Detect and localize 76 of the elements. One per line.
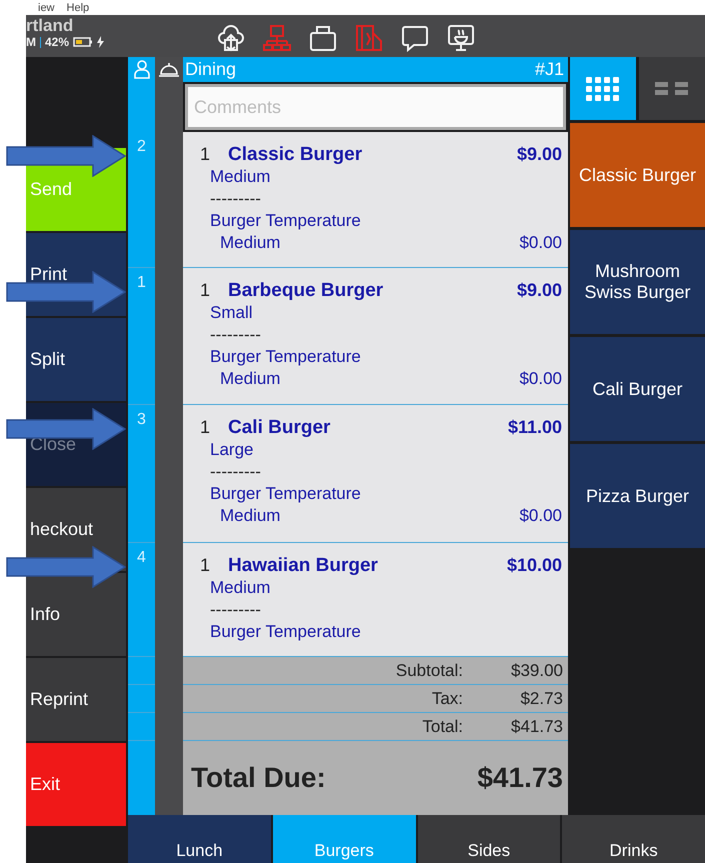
modifier-group: Burger Temperature <box>200 483 361 505</box>
clock-text: M <box>26 35 36 49</box>
ticket-number: #J1 <box>534 59 564 80</box>
modifier-group: Burger Temperature <box>200 210 361 232</box>
modifier-option: Medium <box>200 232 280 254</box>
divider-text: --------- <box>209 599 261 621</box>
modifier-price: $0.00 <box>519 506 562 526</box>
total-label: Subtotal: <box>394 660 463 680</box>
size-modifier: Medium <box>209 166 270 188</box>
item-price: $9.00 <box>516 144 562 165</box>
item-quantity: 1 <box>200 417 212 438</box>
divider-text: --------- <box>209 188 261 210</box>
sidebar-button[interactable]: Info <box>26 573 126 656</box>
comments-field[interactable]: Comments <box>185 84 566 130</box>
modifier-group: Burger Temperature <box>200 621 361 643</box>
sidebar-button[interactable]: Reprint <box>26 658 126 741</box>
divider-text: --------- <box>209 324 261 346</box>
size-modifier: Small <box>209 302 253 324</box>
menu-item[interactable]: Help <box>66 2 90 14</box>
list-view-button[interactable] <box>639 57 705 120</box>
modifier-price: $0.00 <box>519 233 562 253</box>
item-price: $10.00 <box>506 555 562 576</box>
total-value: $2.73 <box>519 688 563 708</box>
item-name[interactable]: Classic Burger <box>228 144 517 166</box>
item-name[interactable]: Cali Burger <box>228 417 508 439</box>
divider-text: --------- <box>209 461 261 483</box>
cloud-upload-icon[interactable] <box>216 23 246 53</box>
person-icon[interactable] <box>132 59 150 79</box>
service-bell-icon[interactable] <box>158 60 180 78</box>
list-icon <box>655 82 689 96</box>
seat-number: 2 <box>137 138 146 156</box>
printer-icon[interactable] <box>308 23 338 53</box>
modifier-group: Burger Temperature <box>200 346 361 368</box>
order-item-panel[interactable]: 1 Barbeque Burger $9.00 Small --------- Burger Temperature Medium $0.00 <box>183 268 568 404</box>
total-label: Total: <box>421 716 463 736</box>
item-price: $9.00 <box>516 280 562 301</box>
item-name[interactable]: Hawaiian Burger <box>228 555 507 577</box>
menu-item-tile[interactable]: Pizza Burger <box>570 444 705 548</box>
location-name: rtland <box>26 17 74 35</box>
category-tab[interactable]: Lunch <box>128 815 271 863</box>
total-due-label: Total Due: <box>191 762 326 794</box>
menu-item-tile[interactable]: Mushroom Swiss Burger <box>570 230 705 334</box>
sidebar-button[interactable]: Split <box>26 318 126 401</box>
order-item-panel[interactable]: 1 Cali Burger $11.00 Large --------- Burger Temperature Medium $0.00 <box>183 405 568 542</box>
modifier-option: Medium <box>200 505 280 527</box>
menu-item-tile[interactable]: Cali Burger <box>570 337 705 441</box>
modifier-option: Medium <box>200 368 280 390</box>
sidebar-button[interactable]: Exit <box>26 743 126 826</box>
grid-icon <box>586 76 620 100</box>
order-type: Dining <box>185 59 236 80</box>
order-item-panel[interactable]: 1 Classic Burger $9.00 Medium --------- Burger Temperature Medium $0.00 <box>183 132 568 267</box>
category-tab[interactable]: Sides <box>418 815 560 863</box>
size-modifier: Medium <box>209 577 270 599</box>
battery-percent: 42% <box>45 35 70 49</box>
item-name[interactable]: Barbeque Burger <box>228 280 517 302</box>
size-modifier: Large <box>209 439 254 461</box>
battery-icon <box>73 37 94 47</box>
item-quantity: 1 <box>200 555 212 576</box>
total-label: Tax: <box>430 688 463 708</box>
seat-number: 4 <box>137 549 146 567</box>
category-tab[interactable]: Drinks <box>562 815 705 863</box>
seat-number: 1 <box>137 274 146 292</box>
order-item-panel[interactable]: 1 Hawaiian Burger $10.00 Medium --------- Burger Temperature <box>183 543 568 656</box>
item-quantity: 1 <box>200 280 212 301</box>
total-due-amount: $41.73 <box>477 762 563 794</box>
grid-view-button[interactable] <box>570 57 636 120</box>
total-value: $41.73 <box>510 716 563 736</box>
chat-icon[interactable] <box>400 23 430 53</box>
total-value: $39.00 <box>510 660 563 680</box>
modifier-price: $0.00 <box>519 369 562 389</box>
menu-item[interactable]: iew <box>38 2 55 14</box>
seat-number: 3 <box>137 411 146 429</box>
kitchen-display-icon[interactable] <box>446 23 476 53</box>
item-price: $11.00 <box>508 417 562 438</box>
menu-item-tile[interactable]: Classic Burger <box>570 123 705 227</box>
item-quantity: 1 <box>200 144 212 165</box>
